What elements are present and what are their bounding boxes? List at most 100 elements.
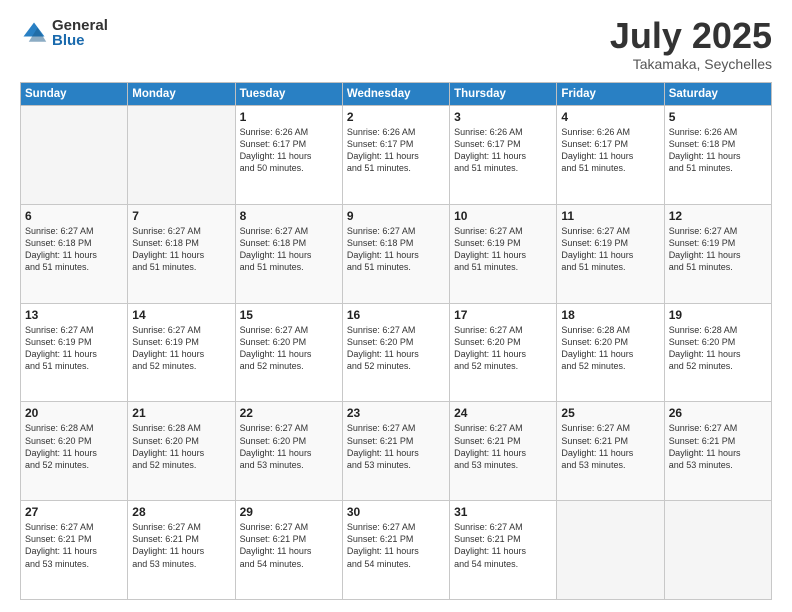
calendar-cell: 16 Sunrise: 6:27 AMSunset: 6:20 PMDayligh… xyxy=(342,303,449,402)
day-info: Sunrise: 6:27 AMSunset: 6:19 PMDaylight:… xyxy=(132,324,230,373)
day-info: Sunrise: 6:27 AMSunset: 6:19 PMDaylight:… xyxy=(25,324,123,373)
day-info: Sunrise: 6:28 AMSunset: 6:20 PMDaylight:… xyxy=(561,324,659,373)
day-info: Sunrise: 6:27 AMSunset: 6:21 PMDaylight:… xyxy=(454,521,552,570)
calendar-cell: 28Sunrise: 6:27 AMSunset: 6:21 PMDayligh… xyxy=(128,501,235,600)
calendar-cell: 10 Sunrise: 6:27 AMSunset: 6:19 PMDayligh… xyxy=(450,204,557,303)
calendar-cell: 23 Sunrise: 6:27 AMSunset: 6:21 PMDayligh… xyxy=(342,402,449,501)
calendar-cell: 12 Sunrise: 6:27 AMSunset: 6:19 PMDayligh… xyxy=(664,204,771,303)
day-number: 8 xyxy=(240,209,338,223)
day-number: 23 xyxy=(347,406,445,420)
day-number: 3 xyxy=(454,110,552,124)
day-number: 29 xyxy=(240,505,338,519)
day-info: Sunrise: 6:27 AMSunset: 6:21 PMDaylight:… xyxy=(454,422,552,471)
day-info: Sunrise: 6:27 AMSunset: 6:19 PMDaylight:… xyxy=(669,225,767,274)
day-info: Sunrise: 6:27 AMSunset: 6:20 PMDaylight:… xyxy=(240,324,338,373)
day-number: 16 xyxy=(347,308,445,322)
header: General Blue July 2025 Takamaka, Seychel… xyxy=(20,18,772,72)
calendar-week-5: 27 Sunrise: 6:27 AMSunset: 6:21 PMDayligh… xyxy=(21,501,772,600)
calendar-week-1: 1 Sunrise: 6:26 AMSunset: 6:17 PMDaylight… xyxy=(21,106,772,205)
day-info: Sunrise: 6:27 AMSunset: 6:20 PMDaylight:… xyxy=(347,324,445,373)
calendar-cell: 5Sunrise: 6:26 AMSunset: 6:18 PMDaylight… xyxy=(664,106,771,205)
day-number: 21 xyxy=(132,406,230,420)
day-of-week-wednesday: Wednesday xyxy=(342,83,449,106)
calendar-cell xyxy=(128,106,235,205)
calendar-cell xyxy=(557,501,664,600)
day-info: Sunrise: 6:27 AMSunset: 6:21 PMDaylight:… xyxy=(25,521,123,570)
day-number: 20 xyxy=(25,406,123,420)
calendar-cell xyxy=(664,501,771,600)
logo-general: General xyxy=(52,18,108,33)
day-of-week-thursday: Thursday xyxy=(450,83,557,106)
day-number: 26 xyxy=(669,406,767,420)
day-of-week-monday: Monday xyxy=(128,83,235,106)
calendar-cell: 24 Sunrise: 6:27 AMSunset: 6:21 PMDayligh… xyxy=(450,402,557,501)
calendar-cell: 25Sunrise: 6:27 AMSunset: 6:21 PMDayligh… xyxy=(557,402,664,501)
calendar-cell: 17 Sunrise: 6:27 AMSunset: 6:20 PMDayligh… xyxy=(450,303,557,402)
calendar-cell: 11Sunrise: 6:27 AMSunset: 6:19 PMDayligh… xyxy=(557,204,664,303)
day-number: 1 xyxy=(240,110,338,124)
day-number: 13 xyxy=(25,308,123,322)
calendar-cell: 29Sunrise: 6:27 AMSunset: 6:21 PMDayligh… xyxy=(235,501,342,600)
calendar: SundayMondayTuesdayWednesdayThursdayFrid… xyxy=(20,82,772,600)
day-number: 12 xyxy=(669,209,767,223)
calendar-cell: 20Sunrise: 6:28 AMSunset: 6:20 PMDayligh… xyxy=(21,402,128,501)
calendar-cell: 31 Sunrise: 6:27 AMSunset: 6:21 PMDayligh… xyxy=(450,501,557,600)
day-number: 10 xyxy=(454,209,552,223)
calendar-cell: 26Sunrise: 6:27 AMSunset: 6:21 PMDayligh… xyxy=(664,402,771,501)
day-number: 15 xyxy=(240,308,338,322)
day-number: 25 xyxy=(561,406,659,420)
day-info: Sunrise: 6:26 AMSunset: 6:17 PMDaylight:… xyxy=(240,126,338,175)
day-info: Sunrise: 6:28 AMSunset: 6:20 PMDaylight:… xyxy=(669,324,767,373)
calendar-cell: 7Sunrise: 6:27 AMSunset: 6:18 PMDaylight… xyxy=(128,204,235,303)
page: General Blue July 2025 Takamaka, Seychel… xyxy=(0,0,792,612)
day-info: Sunrise: 6:27 AMSunset: 6:18 PMDaylight:… xyxy=(240,225,338,274)
day-info: Sunrise: 6:26 AMSunset: 6:18 PMDaylight:… xyxy=(669,126,767,175)
day-number: 27 xyxy=(25,505,123,519)
day-number: 31 xyxy=(454,505,552,519)
location: Takamaka, Seychelles xyxy=(610,56,772,72)
calendar-cell xyxy=(21,106,128,205)
calendar-cell: 13 Sunrise: 6:27 AMSunset: 6:19 PMDayligh… xyxy=(21,303,128,402)
day-number: 24 xyxy=(454,406,552,420)
logo: General Blue xyxy=(20,18,108,48)
day-info: Sunrise: 6:27 AMSunset: 6:19 PMDaylight:… xyxy=(561,225,659,274)
calendar-cell: 8 Sunrise: 6:27 AMSunset: 6:18 PMDaylight… xyxy=(235,204,342,303)
calendar-cell: 22Sunrise: 6:27 AMSunset: 6:20 PMDayligh… xyxy=(235,402,342,501)
calendar-header-row: SundayMondayTuesdayWednesdayThursdayFrid… xyxy=(21,83,772,106)
day-of-week-friday: Friday xyxy=(557,83,664,106)
calendar-cell: 4Sunrise: 6:26 AMSunset: 6:17 PMDaylight… xyxy=(557,106,664,205)
logo-icon xyxy=(20,19,48,47)
day-number: 6 xyxy=(25,209,123,223)
day-number: 17 xyxy=(454,308,552,322)
day-number: 4 xyxy=(561,110,659,124)
day-info: Sunrise: 6:27 AMSunset: 6:18 PMDaylight:… xyxy=(25,225,123,274)
month-title: July 2025 xyxy=(610,18,772,54)
day-info: Sunrise: 6:27 AMSunset: 6:21 PMDaylight:… xyxy=(347,422,445,471)
calendar-cell: 1 Sunrise: 6:26 AMSunset: 6:17 PMDaylight… xyxy=(235,106,342,205)
logo-text: General Blue xyxy=(52,18,108,48)
day-number: 9 xyxy=(347,209,445,223)
calendar-cell: 6 Sunrise: 6:27 AMSunset: 6:18 PMDaylight… xyxy=(21,204,128,303)
calendar-week-2: 6 Sunrise: 6:27 AMSunset: 6:18 PMDaylight… xyxy=(21,204,772,303)
calendar-cell: 9Sunrise: 6:27 AMSunset: 6:18 PMDaylight… xyxy=(342,204,449,303)
day-number: 22 xyxy=(240,406,338,420)
day-number: 19 xyxy=(669,308,767,322)
calendar-week-4: 20 Sunrise: 6:28 AMSunset: 6:20 PMDayligh… xyxy=(21,402,772,501)
logo-blue: Blue xyxy=(52,33,108,48)
calendar-week-3: 13 Sunrise: 6:27 AMSunset: 6:19 PMDayligh… xyxy=(21,303,772,402)
day-info: Sunrise: 6:27 AMSunset: 6:21 PMDaylight:… xyxy=(132,521,230,570)
calendar-cell: 19 Sunrise: 6:28 AMSunset: 6:20 PMDayligh… xyxy=(664,303,771,402)
day-of-week-sunday: Sunday xyxy=(21,83,128,106)
calendar-cell: 27 Sunrise: 6:27 AMSunset: 6:21 PMDayligh… xyxy=(21,501,128,600)
calendar-cell: 30Sunrise: 6:27 AMSunset: 6:21 PMDayligh… xyxy=(342,501,449,600)
day-info: Sunrise: 6:28 AMSunset: 6:20 PMDaylight:… xyxy=(132,422,230,471)
day-info: Sunrise: 6:27 AMSunset: 6:21 PMDaylight:… xyxy=(347,521,445,570)
day-info: Sunrise: 6:27 AMSunset: 6:20 PMDaylight:… xyxy=(454,324,552,373)
calendar-cell: 2Sunrise: 6:26 AMSunset: 6:17 PMDaylight… xyxy=(342,106,449,205)
day-info: Sunrise: 6:26 AMSunset: 6:17 PMDaylight:… xyxy=(454,126,552,175)
day-info: Sunrise: 6:27 AMSunset: 6:19 PMDaylight:… xyxy=(454,225,552,274)
day-of-week-tuesday: Tuesday xyxy=(235,83,342,106)
day-number: 7 xyxy=(132,209,230,223)
day-info: Sunrise: 6:26 AMSunset: 6:17 PMDaylight:… xyxy=(347,126,445,175)
calendar-cell: 15 Sunrise: 6:27 AMSunset: 6:20 PMDayligh… xyxy=(235,303,342,402)
